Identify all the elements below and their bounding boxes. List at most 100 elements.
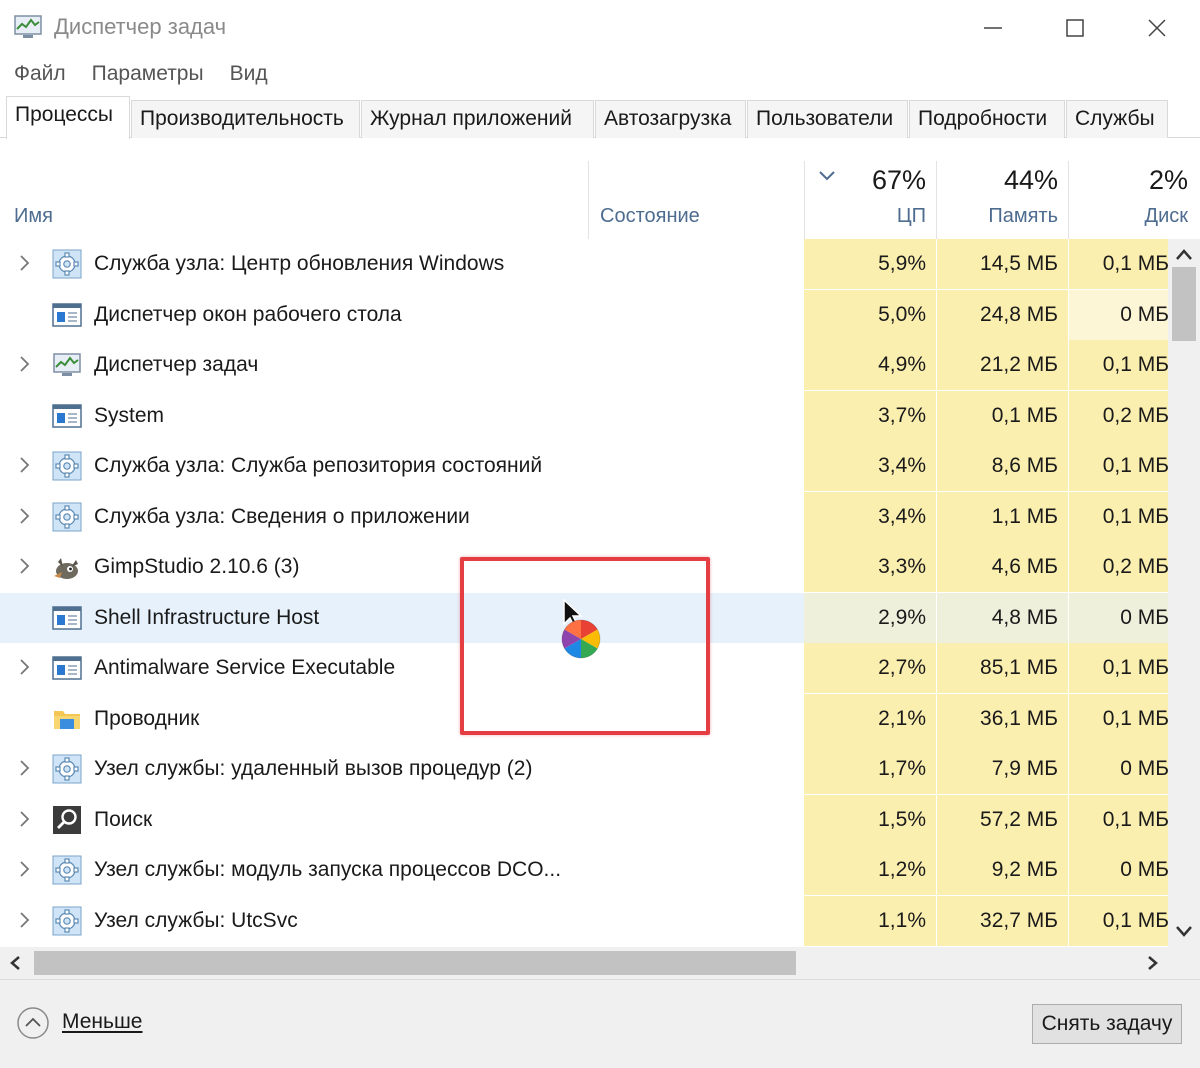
process-name: Поиск bbox=[94, 808, 153, 831]
maximize-button[interactable] bbox=[1044, 6, 1106, 50]
disk-cell: 0,2 МБ bbox=[1069, 391, 1168, 441]
name-cell[interactable]: Служба узла: Центр обновления Windows bbox=[0, 239, 588, 289]
chevron-right-icon[interactable] bbox=[18, 455, 32, 475]
column-divider[interactable] bbox=[588, 161, 589, 239]
minimize-button[interactable] bbox=[962, 6, 1024, 50]
cpu-cell: 5,0% bbox=[804, 290, 936, 340]
chevron-right-icon[interactable] bbox=[18, 354, 32, 374]
menu-file[interactable]: Файл bbox=[0, 58, 78, 90]
disk-cell: 0,1 МБ bbox=[1069, 340, 1168, 390]
table-row[interactable]: Поиск 1,5% 57,2 МБ 0,1 МБ bbox=[0, 795, 1168, 845]
gear-icon bbox=[52, 906, 82, 936]
state-cell bbox=[588, 744, 804, 794]
vertical-scroll-thumb[interactable] bbox=[1172, 267, 1196, 341]
column-state[interactable]: Состояние bbox=[600, 205, 700, 228]
fewer-details-link[interactable]: Меньше bbox=[62, 1010, 142, 1034]
gimp-icon bbox=[52, 552, 82, 582]
name-cell[interactable]: Узел службы: удаленный вызов процедур (2… bbox=[0, 744, 588, 794]
name-cell[interactable]: Узел службы: UtcSvc bbox=[0, 896, 588, 946]
chevron-right-icon[interactable] bbox=[18, 506, 32, 526]
name-cell[interactable]: Диспетчер окон рабочего стола bbox=[0, 290, 588, 340]
close-button[interactable] bbox=[1126, 6, 1188, 50]
chevron-right-icon[interactable] bbox=[18, 556, 32, 576]
chevron-left-icon[interactable] bbox=[8, 955, 24, 971]
memory-cell: 14,5 МБ bbox=[937, 239, 1068, 289]
memory-cell: 4,6 МБ bbox=[937, 542, 1068, 592]
menu-view[interactable]: Вид bbox=[216, 58, 280, 90]
cpu-cell: 2,7% bbox=[804, 643, 936, 693]
cpu-total[interactable]: 67% bbox=[850, 165, 926, 196]
name-cell[interactable]: System bbox=[0, 391, 588, 441]
name-cell[interactable]: Служба узла: Сведения о приложении bbox=[0, 492, 588, 542]
chevron-right-icon[interactable] bbox=[18, 657, 32, 677]
table-row[interactable]: Служба узла: Служба репозитория состояни… bbox=[0, 441, 1168, 491]
chevron-up-icon[interactable] bbox=[1174, 247, 1194, 263]
state-cell bbox=[588, 290, 804, 340]
table-row[interactable]: Служба узла: Сведения о приложении 3,4% 1,… bbox=[0, 492, 1168, 542]
memory-cell: 4,8 МБ bbox=[937, 593, 1068, 643]
end-task-button[interactable]: Снять задачу bbox=[1032, 1004, 1182, 1044]
state-cell bbox=[588, 896, 804, 946]
horizontal-scrollbar[interactable] bbox=[0, 947, 1168, 979]
tab-performance[interactable]: Производительность bbox=[131, 100, 360, 138]
state-cell bbox=[588, 340, 804, 390]
column-divider[interactable] bbox=[936, 161, 937, 239]
cpu-cell: 5,9% bbox=[804, 239, 936, 289]
scroll-corner bbox=[1168, 947, 1200, 979]
horizontal-scroll-thumb[interactable] bbox=[34, 951, 796, 975]
memory-total[interactable]: 44% bbox=[950, 165, 1058, 196]
chevron-right-icon[interactable] bbox=[1144, 955, 1160, 971]
cpu-cell: 1,7% bbox=[804, 744, 936, 794]
table-row[interactable]: Узел службы: UtcSvc 1,1% 32,7 МБ 0,1 МБ bbox=[0, 896, 1168, 946]
table-row[interactable]: Узел службы: удаленный вызов процедур (2… bbox=[0, 744, 1168, 794]
gear-icon bbox=[52, 451, 82, 481]
chevron-right-icon[interactable] bbox=[18, 253, 32, 273]
column-header: Имя Состояние 67% ЦП 44% Память 2% Диск bbox=[0, 139, 1200, 239]
menu-options[interactable]: Параметры bbox=[78, 58, 216, 90]
tab-startup[interactable]: Автозагрузка bbox=[595, 100, 746, 138]
state-cell bbox=[588, 239, 804, 289]
chevron-down-icon bbox=[819, 171, 835, 181]
name-cell[interactable]: Диспетчер задач bbox=[0, 340, 588, 390]
tab-services[interactable]: Службы bbox=[1066, 100, 1168, 138]
process-name: Служба узла: Сведения о приложении bbox=[94, 505, 470, 528]
table-row[interactable]: Узел службы: модуль запуска процессов DC… bbox=[0, 845, 1168, 895]
minimize-icon bbox=[984, 27, 1002, 29]
tab-processes[interactable]: Процессы bbox=[6, 96, 130, 139]
disk-cell: 0 МБ bbox=[1069, 744, 1168, 794]
column-name[interactable]: Имя bbox=[14, 205, 53, 228]
column-divider[interactable] bbox=[804, 161, 805, 239]
tab-users[interactable]: Пользователи bbox=[747, 100, 908, 138]
cpu-cell: 1,1% bbox=[804, 896, 936, 946]
gear-icon bbox=[52, 754, 82, 784]
name-cell[interactable]: Служба узла: Служба репозитория состояни… bbox=[0, 441, 588, 491]
footer-bar: Меньше Снять задачу bbox=[0, 979, 1200, 1068]
tab-app-history[interactable]: Журнал приложений bbox=[361, 100, 594, 138]
name-cell[interactable]: Узел службы: модуль запуска процессов DC… bbox=[0, 845, 588, 895]
process-name: GimpStudio 2.10.6 (3) bbox=[94, 555, 300, 578]
chevron-down-icon[interactable] bbox=[1174, 923, 1194, 939]
chevron-right-icon[interactable] bbox=[18, 758, 32, 778]
chevron-right-icon[interactable] bbox=[18, 859, 32, 879]
disk-total[interactable]: 2% bbox=[1090, 165, 1188, 196]
collapse-circle-icon[interactable] bbox=[16, 1006, 50, 1040]
disk-cell: 0,1 МБ bbox=[1069, 643, 1168, 693]
column-cpu[interactable]: ЦП bbox=[850, 205, 926, 228]
table-row[interactable]: Диспетчер задач 4,9% 21,2 МБ 0,1 МБ bbox=[0, 340, 1168, 390]
memory-cell: 57,2 МБ bbox=[937, 795, 1068, 845]
vertical-scrollbar[interactable] bbox=[1168, 239, 1200, 947]
column-disk[interactable]: Диск bbox=[1090, 205, 1188, 228]
column-divider[interactable] bbox=[1068, 161, 1069, 239]
chevron-right-icon[interactable] bbox=[18, 809, 32, 829]
name-cell[interactable]: Поиск bbox=[0, 795, 588, 845]
window-title: Диспетчер задач bbox=[54, 14, 227, 39]
table-row[interactable]: Служба узла: Центр обновления Windows 5,9… bbox=[0, 239, 1168, 289]
process-name: Служба узла: Центр обновления Windows bbox=[94, 252, 505, 275]
column-memory[interactable]: Память bbox=[950, 205, 1058, 228]
chevron-right-icon[interactable] bbox=[18, 910, 32, 930]
tab-details[interactable]: Подробности bbox=[909, 100, 1065, 138]
window-icon bbox=[52, 401, 82, 431]
table-row[interactable]: Диспетчер окон рабочего стола 5,0% 24,8 МБ… bbox=[0, 290, 1168, 340]
table-row[interactable]: System 3,7% 0,1 МБ 0,2 МБ bbox=[0, 391, 1168, 441]
process-name: Проводник bbox=[94, 707, 200, 730]
